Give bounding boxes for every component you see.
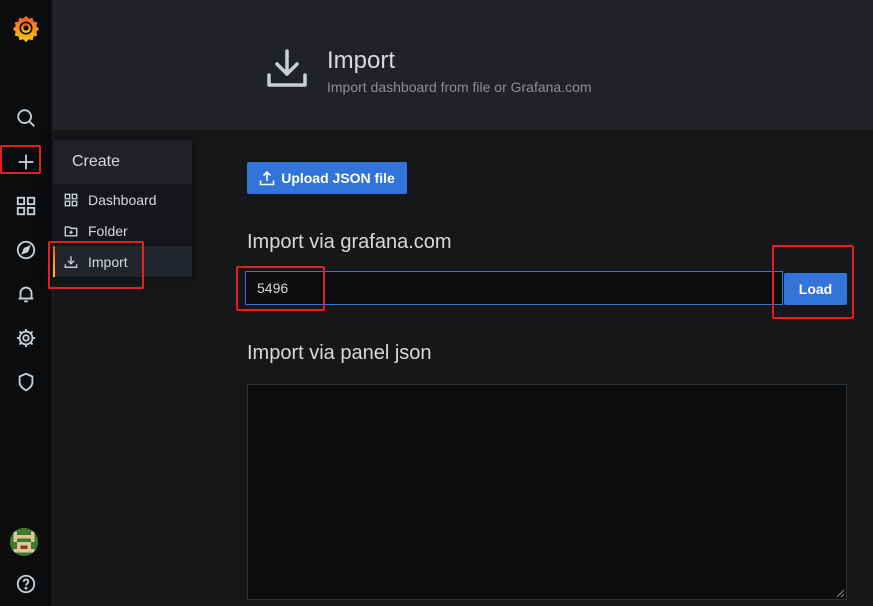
grafana-com-id-input[interactable]: 5496 <box>245 271 783 305</box>
search-icon[interactable] <box>0 100 52 136</box>
resize-handle-icon[interactable] <box>835 588 845 598</box>
menu-item-label: Dashboard <box>88 191 157 208</box>
grafana-com-section-title: Import via grafana.com <box>247 231 452 253</box>
shield-icon[interactable] <box>0 364 52 400</box>
sidebar <box>0 0 53 606</box>
user-avatar[interactable] <box>10 528 38 556</box>
menu-item-dashboard[interactable]: Dashboard <box>53 184 192 215</box>
page-subtitle: Import dashboard from file or Grafana.co… <box>327 79 592 95</box>
configuration-icon[interactable] <box>0 320 52 356</box>
highlight-box-import <box>48 241 144 289</box>
dashboards-icon[interactable] <box>0 188 52 224</box>
page-title: Import <box>327 47 396 74</box>
panel-json-section-title: Import via panel json <box>247 342 432 364</box>
explore-icon[interactable] <box>0 232 52 268</box>
dashboard-grid-icon <box>64 193 78 206</box>
highlight-box-plus <box>0 145 41 174</box>
page-header: Import Import dashboard from file or Gra… <box>53 0 873 130</box>
highlight-box-input <box>236 266 325 311</box>
panel-json-textarea[interactable] <box>247 384 847 600</box>
menu-item-label: Folder <box>88 222 128 239</box>
highlight-box-load <box>772 245 854 319</box>
upload-icon <box>259 170 275 186</box>
upload-json-button[interactable]: Upload JSON file <box>247 162 407 194</box>
alerting-icon[interactable] <box>0 276 52 312</box>
create-menu-title: Create <box>53 140 192 184</box>
upload-json-label: Upload JSON file <box>281 170 395 186</box>
import-download-icon <box>267 49 307 87</box>
folder-plus-icon <box>64 225 78 237</box>
grafana-logo-icon[interactable] <box>0 10 52 46</box>
help-icon[interactable] <box>0 566 52 602</box>
